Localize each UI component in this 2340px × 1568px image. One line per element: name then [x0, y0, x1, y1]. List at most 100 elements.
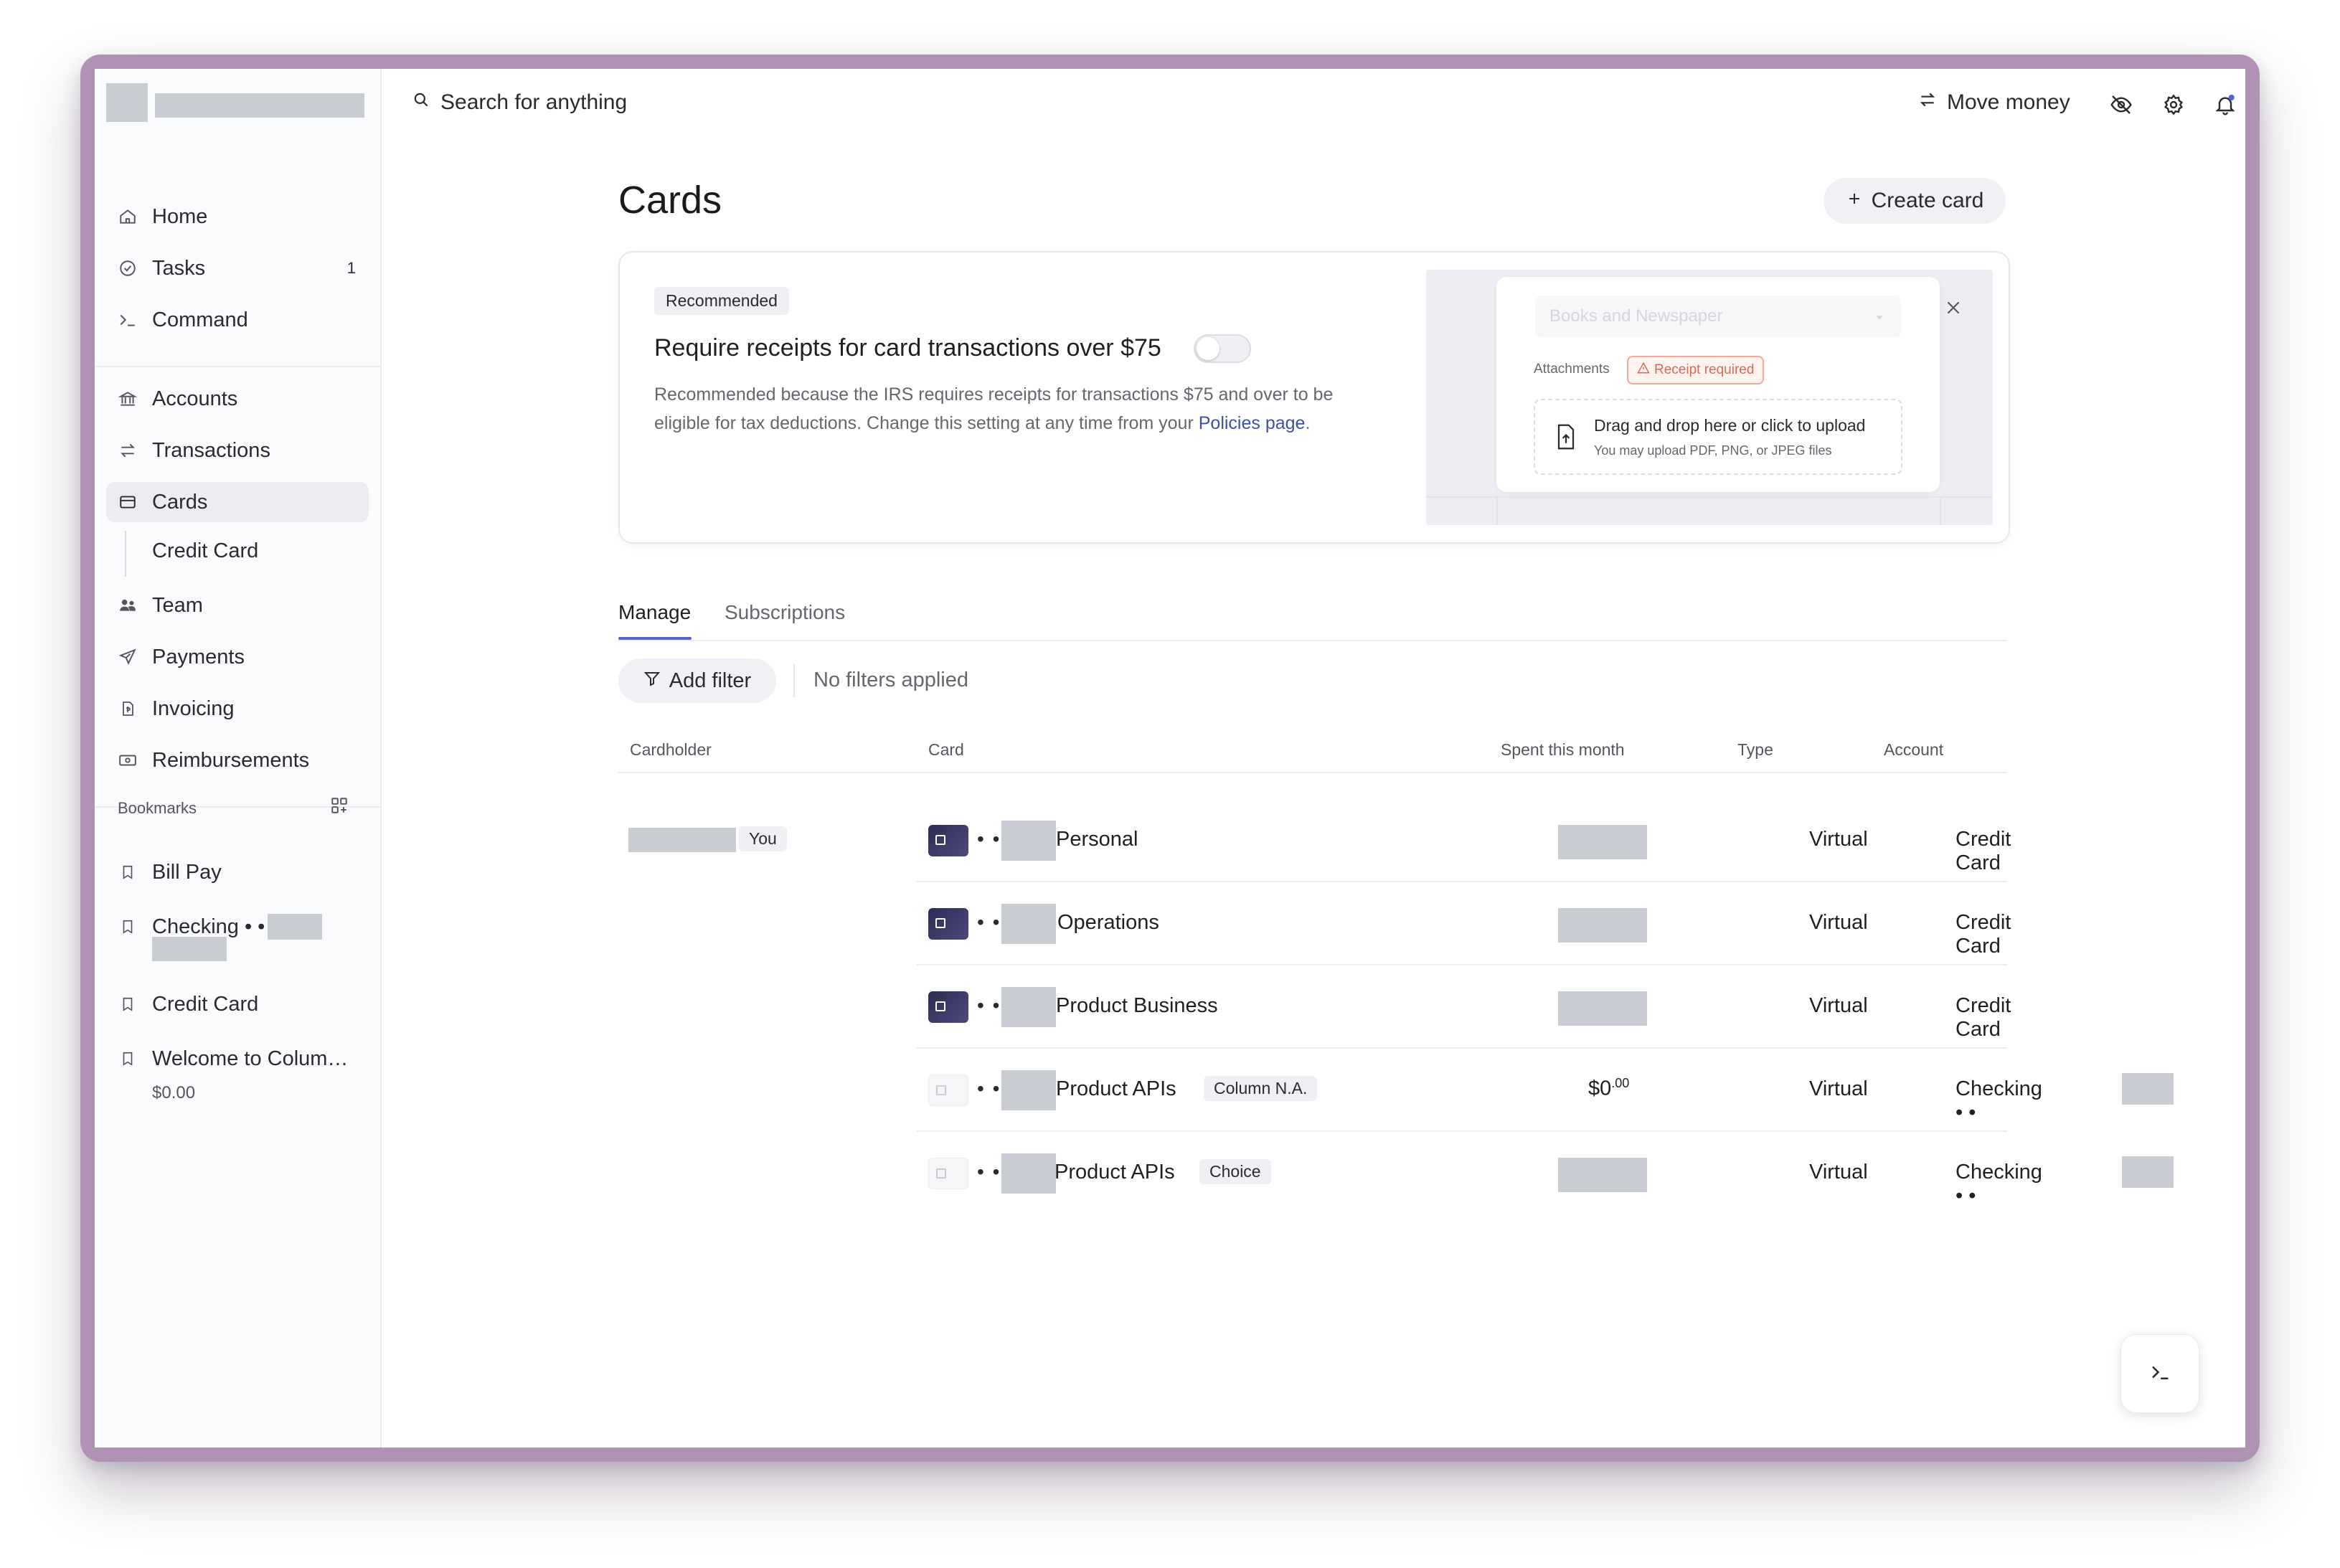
sidebar-item-label: Tasks	[152, 256, 206, 280]
bookmark-label: Bill Pay	[152, 860, 222, 884]
chevron-down-icon	[1874, 308, 1885, 329]
bookmark-item-bill-pay[interactable]: Bill Pay	[106, 852, 369, 892]
bookmark-icon	[116, 861, 139, 884]
sidebar-item-label: Cards	[152, 490, 208, 514]
card-thumbnail	[928, 991, 968, 1023]
bookmark-item-checking[interactable]: Checking • •	[106, 905, 369, 948]
tab-subscriptions[interactable]: Subscriptions	[725, 601, 845, 624]
card-number-redacted	[1001, 1070, 1056, 1110]
page-title: Cards	[618, 179, 722, 222]
arrows-swap-icon	[1918, 90, 1937, 115]
card-type: Virtual	[1809, 994, 1868, 1017]
card-number-redacted	[1001, 821, 1056, 861]
create-card-button[interactable]: Create card	[1824, 178, 2006, 224]
card-thumbnail	[928, 908, 968, 940]
bookmark-icon	[116, 915, 139, 938]
sidebar-item-invoicing[interactable]: Invoicing	[106, 689, 369, 729]
preview-gridline	[1940, 496, 1941, 525]
sidebar-item-label: Home	[152, 204, 208, 228]
account-number-redacted	[2122, 1073, 2174, 1105]
card-name: Personal	[1056, 828, 1138, 851]
card-name: Product APIs	[1056, 1077, 1176, 1100]
receipt-toggle[interactable]	[1194, 334, 1251, 363]
bookmark-icon	[116, 1047, 139, 1070]
home-icon	[116, 205, 139, 228]
bell-icon[interactable]	[2214, 93, 2237, 120]
bookmark-label: Checking • •	[152, 915, 265, 938]
sidebar-item-label: Accounts	[152, 387, 238, 410]
card-account: Credit Card	[1955, 911, 2011, 958]
header-type: Type	[1737, 740, 1773, 759]
card-dots: • •	[977, 1077, 1001, 1100]
preview-gridline	[1426, 496, 1993, 498]
spent-cents: .00	[1611, 1076, 1630, 1090]
filter-icon	[643, 669, 661, 693]
sidebar-item-command[interactable]: Command	[106, 300, 369, 340]
terminal-icon	[116, 308, 139, 331]
card-number-redacted	[1001, 1153, 1056, 1194]
card-name: Product APIs	[1055, 1161, 1175, 1184]
plus-icon	[1846, 189, 1863, 213]
search-input[interactable]: Search for anything	[440, 90, 627, 115]
sidebar-subitem-credit-card[interactable]: Credit Card	[106, 531, 369, 571]
bookmarks-title: Bookmarks	[118, 799, 197, 817]
bookmark-item-credit-card[interactable]: Credit Card	[106, 984, 369, 1024]
card-name: Operations	[1057, 911, 1159, 934]
preview-gridline	[1496, 496, 1498, 525]
sidebar-item-label: Credit Card	[152, 539, 259, 562]
add-filter-label: Add filter	[669, 669, 752, 692]
account-number-redacted	[152, 937, 227, 961]
sidebar-item-home[interactable]: Home	[106, 197, 369, 237]
sidebar-item-label: Reimbursements	[152, 748, 310, 772]
card-account: Credit Card	[1955, 828, 2011, 874]
receipt-required-badge: Receipt required	[1627, 356, 1765, 384]
close-icon[interactable]	[1944, 298, 1963, 321]
eye-off-icon[interactable]	[2109, 93, 2133, 120]
sidebar-item-team[interactable]: Team	[106, 585, 369, 625]
sidebar-item-payments[interactable]: Payments	[106, 637, 369, 677]
add-bookmark-icon[interactable]	[330, 796, 349, 818]
table-row[interactable]: • • Operations Virtual Credit Card	[618, 882, 2011, 965]
add-filter-button[interactable]: Add filter	[618, 658, 776, 703]
create-card-label: Create card	[1871, 189, 1984, 212]
search-icon	[412, 90, 430, 115]
app-window: Home Tasks 1 Command Accounts Transactio…	[95, 69, 2245, 1447]
table-row[interactable]: • • Product Business Virtual Credit Card	[618, 965, 2011, 1049]
sidebar-item-reimbursements[interactable]: Reimbursements	[106, 740, 369, 780]
sidebar-item-cards[interactable]: Cards	[106, 482, 369, 522]
receipt-preview: Books and Newspaper Attachments Receipt …	[1426, 270, 1993, 525]
search-bar[interactable]: Search for anything	[412, 90, 627, 115]
table-row[interactable]: • • Product APIs Choice Virtual Checking…	[618, 1132, 2174, 1215]
move-money-button[interactable]: Move money	[1918, 90, 2070, 115]
tab-manage[interactable]: Manage	[618, 601, 691, 624]
preview-card: Books and Newspaper Attachments Receipt …	[1496, 277, 1940, 492]
check-circle-icon	[116, 257, 139, 280]
card-number-redacted	[1001, 904, 1056, 944]
table-header-divider	[618, 772, 2007, 773]
paper-plane-icon	[116, 646, 139, 669]
sidebar-item-accounts[interactable]: Accounts	[106, 379, 369, 419]
move-money-label: Move money	[1947, 90, 2070, 114]
sidebar-item-label: Invoicing	[152, 696, 235, 720]
table-row[interactable]: • • Product APIs Column N.A. $0.00 Virtu…	[618, 1049, 2174, 1132]
sidebar-item-tasks[interactable]: Tasks 1	[106, 248, 369, 288]
preview-dropdown-value: Books and Newspaper	[1549, 306, 1723, 326]
team-icon	[116, 594, 139, 617]
recommendation-description: Recommended because the IRS requires rec…	[654, 380, 1372, 438]
table-row[interactable]: You • • Personal Virtual Credit Card	[618, 799, 2011, 882]
bookmark-icon	[116, 993, 139, 1016]
gear-icon[interactable]	[2162, 93, 2185, 120]
credit-card-icon	[116, 491, 139, 514]
card-thumbnail	[928, 825, 968, 856]
tasks-count: 1	[346, 259, 356, 277]
spent-amount: $0.00	[1588, 1076, 1629, 1101]
policies-link[interactable]: Policies page	[1199, 413, 1306, 433]
command-button[interactable]	[2120, 1334, 2199, 1413]
sidebar-item-transactions[interactable]: Transactions	[106, 430, 369, 471]
spent-redacted	[1558, 991, 1647, 1026]
card-account: Credit Card	[1955, 994, 2011, 1041]
recommendation-title: Require receipts for card transactions o…	[654, 334, 1161, 362]
sidebar: Home Tasks 1 Command Accounts Transactio…	[95, 69, 382, 1447]
card-thumbnail	[928, 1075, 968, 1106]
bookmark-item-welcome[interactable]: Welcome to Colum…	[106, 1039, 369, 1079]
